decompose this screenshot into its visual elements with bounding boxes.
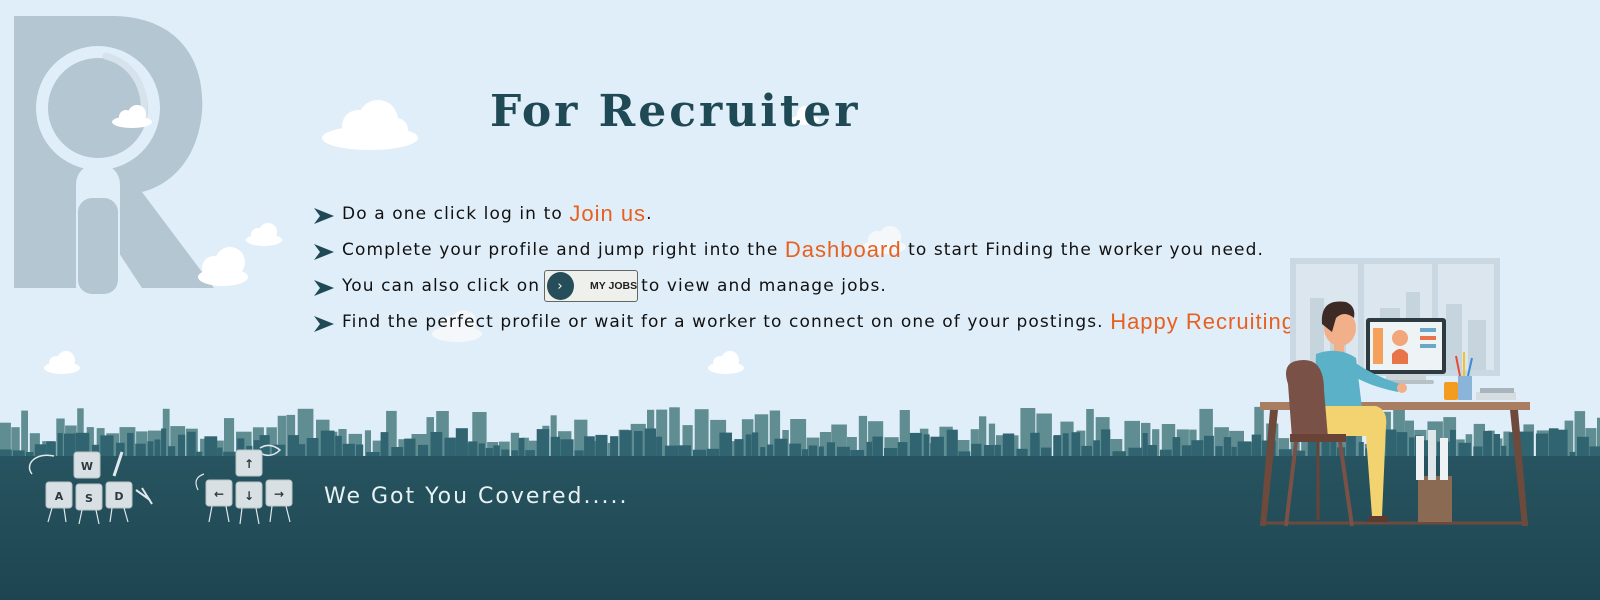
instruction-text: Find the perfect profile or wait for a w… <box>342 312 1111 332</box>
join-us-link[interactable]: Join us <box>569 201 646 227</box>
arrowhead-icon <box>314 316 334 332</box>
svg-text:→: → <box>274 487 284 501</box>
dashboard-link[interactable]: Dashboard <box>785 237 902 263</box>
instruction-item: Do a one click log in to Join us . <box>314 196 1302 232</box>
arrowhead-icon <box>314 280 334 296</box>
cloud <box>112 105 152 128</box>
cloud <box>322 100 418 150</box>
svg-text:↑: ↑ <box>244 457 254 471</box>
instruction-text: Do a one click log in to <box>342 204 570 224</box>
instructions-list: Do a one click log in to Join us . Compl… <box>314 196 1302 340</box>
instruction-text: . <box>646 204 653 224</box>
my-jobs-button[interactable]: › MY JOBS <box>544 270 639 302</box>
instruction-item: You can also click on › MY JOBS to view … <box>314 268 1302 304</box>
arrowhead-icon <box>314 208 334 224</box>
chevron-right-icon: › <box>547 272 575 300</box>
svg-text:A: A <box>55 490 64 503</box>
worker-at-desk-illustration <box>1260 258 1530 527</box>
page-title: For Recruiter <box>490 86 861 137</box>
wasd-keys-illustration: W A S D <box>28 451 153 525</box>
svg-text:S: S <box>85 492 93 505</box>
instruction-text: to start Finding the worker you need. <box>901 240 1264 260</box>
tagline: We Got You Covered..... <box>324 484 629 509</box>
svg-text:D: D <box>114 490 123 503</box>
cloud <box>198 247 248 286</box>
arrowhead-icon <box>314 244 334 260</box>
brand-logo <box>14 16 214 294</box>
svg-text:←: ← <box>214 487 224 501</box>
my-jobs-button-label: MY JOBS <box>590 280 638 292</box>
instruction-item: Find the perfect profile or wait for a w… <box>314 304 1302 340</box>
instruction-text: Complete your profile and jump right int… <box>342 240 785 260</box>
svg-text:↓: ↓ <box>244 489 254 503</box>
instruction-text: to view and manage jobs. <box>641 276 887 296</box>
instruction-item: Complete your profile and jump right int… <box>314 232 1302 268</box>
cloud <box>44 351 80 374</box>
cloud <box>246 223 282 246</box>
cloud <box>708 351 744 374</box>
instruction-text: You can also click on <box>342 276 541 296</box>
arrow-keys-illustration: ↑ ← ↓ → <box>195 444 293 525</box>
svg-text:W: W <box>81 460 93 473</box>
